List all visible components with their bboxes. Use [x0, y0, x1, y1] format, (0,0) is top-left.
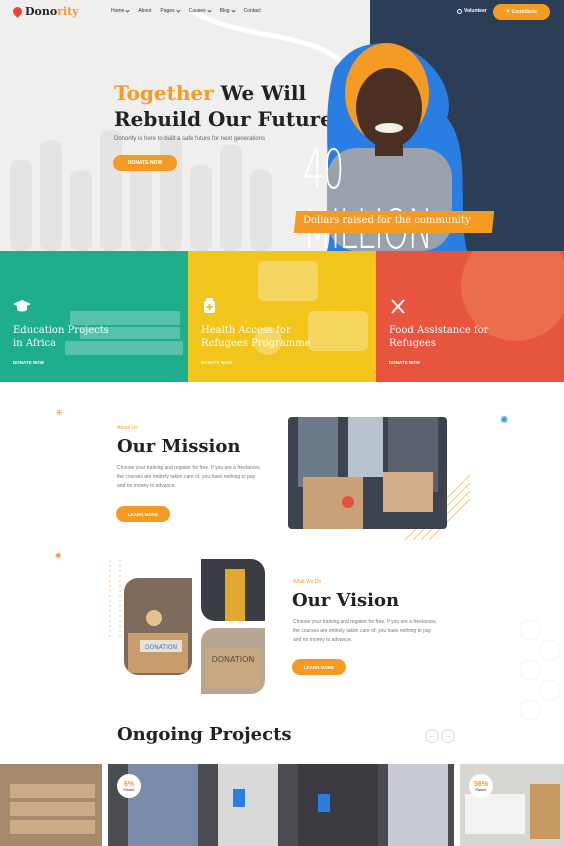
arrow-left-icon: ← [428, 732, 436, 740]
egg-trays-photo [0, 764, 102, 846]
cause-card-education[interactable]: Education Projects in Africa DONATE NOW [0, 251, 188, 382]
heart-logo-icon [11, 5, 24, 18]
hero-subtitle: Donority is here to built a safe future … [114, 136, 266, 142]
vision-eyebrow: What We Do [293, 579, 322, 585]
vision-title: Our Vision [292, 590, 400, 611]
volunteers-photo-graphic [288, 417, 447, 529]
arrow-right-icon: → [444, 732, 452, 740]
utensils-icon [391, 299, 405, 314]
cause-title: Food Assistance for Refugees [389, 324, 488, 350]
chevron-down-icon [230, 7, 236, 13]
raised-label: Raised [475, 787, 487, 792]
volunteers-photo [288, 417, 447, 529]
nav-label: Blog [219, 8, 230, 14]
donation-box-graphic-2: DONATION [201, 628, 265, 694]
donation-box-graphic: DONATION [124, 578, 192, 675]
donation-box-label: DONATION [145, 644, 177, 651]
cause-donate-link[interactable]: DONATE NOW [389, 360, 420, 365]
vision-text: Choose your training and register for fr… [293, 619, 437, 643]
cause-title-line1: Food Assistance for [389, 325, 489, 336]
site-header: Donority Home About Pages Causes Blog Co… [0, 0, 564, 24]
raised-badge: 56% Raised [469, 774, 493, 798]
chevron-down-icon [125, 7, 130, 13]
cause-title-line2: in Africa [13, 338, 57, 349]
hero-section: Together We Will Rebuild Our Future Dono… [0, 0, 564, 251]
volunteer-label: Volunteer [464, 8, 487, 14]
site-logo[interactable]: Donority [11, 5, 79, 18]
project-card[interactable]: 56% Raised [460, 764, 564, 846]
cause-title: Health Access for Refugees Programme [201, 324, 311, 350]
project-card[interactable] [0, 764, 102, 846]
hero-title: Together We Will Rebuild Our Future [114, 80, 333, 132]
graduation-cap-icon [13, 300, 31, 312]
sparkle-icon: ✳ [55, 408, 64, 419]
chevron-down-icon [206, 7, 212, 13]
cause-title-line2: Refugees [389, 338, 436, 349]
donation-box-photo: DONATION [124, 578, 192, 675]
cause-card-health[interactable]: Health Access for Refugees Programme DONA… [188, 251, 376, 382]
hero-title-line2: Rebuild Our Future [114, 107, 333, 131]
logo-text-suffix: rity [57, 5, 79, 18]
contribute-label: Contribute [511, 9, 537, 15]
cause-cards: Education Projects in Africa DONATE NOW H… [0, 251, 564, 382]
nav-item-blog[interactable]: Blog [219, 7, 236, 14]
cause-card-food[interactable]: Food Assistance for Refugees DONATE NOW [376, 251, 564, 382]
volunteers-photo-wide [108, 764, 454, 846]
pills-background-graphic [254, 261, 368, 355]
nav-label: Causes [188, 8, 206, 14]
stat-value: 40 MILLION [303, 138, 433, 252]
cause-title-line1: Health Access for [201, 325, 291, 336]
donation-box-photo-2: DONATION [201, 628, 265, 694]
volunteer-link[interactable]: Volunteer [457, 8, 487, 14]
cause-title: Education Projects in Africa [13, 324, 109, 350]
hero-title-highlight: Together [114, 81, 214, 105]
cause-donate-link[interactable]: DONATE NOW [201, 360, 232, 365]
nav-item-home[interactable]: Home [111, 7, 130, 14]
mission-eyebrow: About Us [117, 425, 138, 431]
vision-learn-more-button[interactable]: LEARN MORE [292, 659, 346, 675]
prev-arrow-button[interactable]: ← [425, 729, 439, 743]
stat-label: Dollars raised for the community [303, 215, 471, 226]
next-arrow-button[interactable]: → [441, 729, 455, 743]
raised-badge: 6% Raised [117, 774, 141, 798]
hero-donate-button[interactable]: DONATE NOW [113, 155, 177, 171]
nav-item-contact[interactable]: Contact [244, 8, 261, 14]
main-nav: Home About Pages Causes Blog Contact [111, 7, 261, 14]
raised-percent: 56% [473, 780, 488, 788]
heart-icon: ♥ [506, 9, 510, 15]
sparkle-icon: ✺ [500, 415, 509, 426]
mission-learn-more-button[interactable]: LEARN MORE [116, 506, 170, 522]
nav-item-pages[interactable]: Pages [160, 7, 181, 14]
donation-box-label: DONATION [212, 655, 255, 664]
nav-label: Pages [160, 8, 175, 14]
cause-donate-link[interactable]: DONATE NOW [13, 360, 44, 365]
nav-item-about[interactable]: About [138, 8, 151, 14]
logo-text-prefix: Dono [25, 5, 58, 18]
chevron-down-icon [175, 7, 181, 13]
hero-title-line1: We Will [213, 81, 307, 105]
nav-label: About [138, 8, 152, 14]
sparkle-icon: ✷ [54, 551, 63, 562]
volunteer-photo [201, 559, 265, 621]
mission-text: Choose your training and register for fr… [117, 465, 261, 489]
project-card[interactable]: 6% Raised [108, 764, 454, 846]
logo-text: Donority [25, 5, 79, 18]
raised-percent: 6% [123, 780, 135, 788]
user-icon [457, 8, 462, 14]
hexagon-decoration [519, 619, 561, 721]
mission-title: Our Mission [117, 436, 241, 457]
cause-title-line1: Education Projects [13, 325, 109, 336]
volunteer-photo-graphic [201, 559, 265, 621]
raised-label: Raised [123, 787, 135, 792]
books-background-graphic [65, 311, 183, 355]
projects-carousel: 6% Raised 56% Raised [0, 764, 564, 846]
nav-label: Contact [243, 8, 261, 14]
cause-title-line2: Refugees Programme [201, 338, 311, 349]
projects-title: Ongoing Projects [117, 724, 292, 745]
nav-label: Home [111, 8, 125, 14]
contribute-button[interactable]: ♥ Contribute [493, 4, 550, 20]
nav-item-causes[interactable]: Causes [188, 7, 212, 14]
medicine-icon [204, 298, 215, 313]
